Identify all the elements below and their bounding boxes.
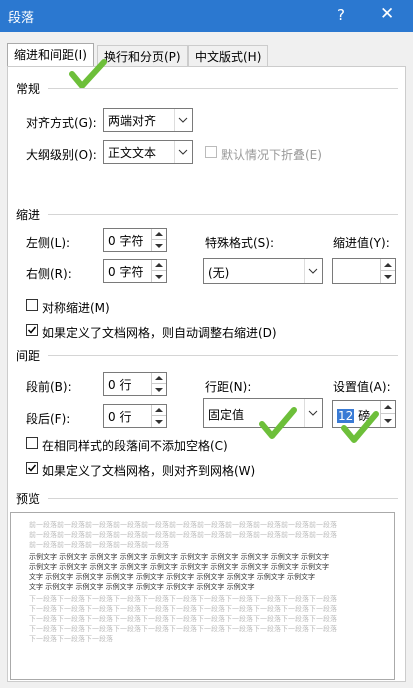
auto-adjust-right-indent-label: 如果定义了文档网格，则自动调整右缩进(D) [42, 326, 277, 340]
alignment-value: 两端对齐 [108, 114, 157, 128]
dialog-title: 段落 [8, 11, 35, 26]
divider [48, 498, 398, 499]
chevron-down-icon[interactable] [174, 141, 192, 163]
section-spacing: 间距 [16, 349, 41, 363]
special-indent-label: 特殊格式(S): [205, 236, 275, 250]
preview-prev-line: 前一段落前一段落前一段落前一段落前一段落前一段落前一段落前一段落前一段落前一段落… [29, 521, 337, 529]
snap-to-grid-checkbox[interactable] [26, 462, 38, 474]
spinner-buttons[interactable] [380, 401, 395, 427]
left-indent-value: 0 字符 [108, 234, 144, 248]
preview-next-line: 下一段落下一段落下一段落下一段落下一段落下一段落下一段落下一段落下一段落下一段落… [29, 615, 337, 623]
divider [48, 88, 398, 89]
help-icon[interactable]: ? [337, 6, 345, 24]
mirror-indents-label: 对称缩进(M) [42, 301, 110, 315]
auto-adjust-right-indent-checkbox[interactable] [26, 324, 38, 336]
space-before-spinner[interactable]: 0 行 [103, 372, 167, 396]
space-before-value: 0 行 [108, 378, 132, 392]
indent-by-label: 缩进值(Y): [333, 236, 390, 250]
spin-up-icon[interactable] [152, 229, 166, 240]
divider [48, 214, 398, 215]
space-before-label: 段前(B): [26, 380, 72, 394]
collapse-checkbox[interactable] [205, 146, 217, 158]
spin-up-icon[interactable] [152, 405, 166, 416]
section-general: 常规 [16, 82, 41, 96]
tab-line-page-breaks[interactable]: 换行和分页(P) [97, 45, 188, 67]
checkmark-icon [27, 464, 37, 472]
spinner-buttons[interactable] [151, 373, 166, 395]
left-indent-spinner[interactable]: 0 字符 [103, 228, 167, 252]
annotation-check-icon [341, 411, 379, 443]
chevron-down-icon[interactable] [304, 399, 322, 427]
right-indent-label: 右侧(R): [26, 267, 72, 281]
spin-up-icon[interactable] [381, 401, 395, 414]
right-indent-spinner[interactable]: 0 字符 [103, 259, 167, 283]
spinner-buttons[interactable] [151, 405, 166, 427]
divider [48, 355, 398, 356]
preview-next-line: 下一段落下一段落下一段落 [29, 635, 113, 643]
section-preview: 预览 [16, 492, 41, 506]
tab-label: 中文版式(H) [195, 50, 262, 64]
preview-prev-line: 前一段落前一段落前一段落前一段落前一段落前一段落前一段落前一段落前一段落前一段落… [29, 531, 337, 539]
preview-sample-line: 示例文字 示例文字 示例文字 示例文字 示例文字 示例文字 示例文字 示例文字 … [29, 553, 330, 561]
no-space-same-style-checkbox[interactable] [26, 437, 38, 449]
section-indentation: 缩进 [16, 208, 41, 222]
annotation-check-icon [259, 407, 297, 439]
spin-up-icon[interactable] [381, 259, 395, 271]
alignment-label: 对齐方式(G): [26, 116, 97, 130]
spin-up-icon[interactable] [152, 260, 166, 271]
mirror-indents-checkbox[interactable] [26, 299, 38, 311]
checkmark-icon [27, 326, 37, 334]
line-spacing-value: 固定值 [208, 408, 245, 422]
preview-prev-line: 前一段落前一段落前一段落前一段落前一段落 [29, 541, 169, 549]
spin-down-icon[interactable] [152, 271, 166, 282]
spinner-buttons[interactable] [380, 259, 395, 283]
spinner-buttons[interactable] [151, 229, 166, 251]
annotation-check-icon [69, 59, 107, 89]
snap-to-grid-label: 如果定义了文档网格，则对齐到网格(W) [42, 464, 256, 478]
spacing-at-label: 设置值(A): [333, 380, 391, 394]
preview-next-line: 下一段落下一段落下一段落下一段落下一段落下一段落下一段落下一段落下一段落下一段落… [29, 595, 337, 603]
spin-down-icon[interactable] [381, 271, 395, 283]
preview-sample-line: 文字 示例文字 示例文字 示例文字 示例文字 示例文字 示例文字 示例文字 [29, 583, 255, 591]
indent-by-spinner[interactable] [332, 258, 396, 284]
spin-down-icon[interactable] [152, 416, 166, 427]
preview-next-line: 下一段落下一段落下一段落下一段落下一段落下一段落下一段落下一段落下一段落下一段落… [29, 625, 337, 633]
spin-down-icon[interactable] [381, 414, 395, 427]
alignment-dropdown[interactable]: 两端对齐 [103, 108, 193, 132]
preview-next-line: 下一段落下一段落下一段落下一段落下一段落下一段落下一段落下一段落下一段落下一段落… [29, 605, 337, 613]
left-indent-label: 左侧(L): [26, 236, 71, 250]
preview-sample-line: 示例文字 示例文字 示例文字 示例文字 示例文字 示例文字 示例文字 示例文字 … [29, 563, 330, 571]
space-after-value: 0 行 [108, 410, 132, 424]
outline-level-dropdown[interactable]: 正文文本 [103, 140, 193, 164]
spinner-buttons[interactable] [151, 260, 166, 282]
no-space-same-style-label: 在相同样式的段落间不添加空格(C) [42, 439, 228, 453]
spin-up-icon[interactable] [152, 373, 166, 384]
spin-down-icon[interactable] [152, 384, 166, 395]
title-bar: 段落 ? ✕ [0, 0, 413, 32]
line-spacing-label: 行距(N): [205, 380, 252, 394]
special-indent-value: (无) [208, 266, 230, 280]
chevron-down-icon[interactable] [304, 259, 322, 283]
outline-level-label: 大纲级别(O): [26, 148, 97, 162]
spin-down-icon[interactable] [152, 240, 166, 251]
tab-asian-typography[interactable]: 中文版式(H) [188, 45, 269, 67]
tab-label: 换行和分页(P) [104, 50, 181, 64]
space-after-label: 段后(F): [26, 412, 71, 426]
preview-sample-line: 文字 示例文字 示例文字 示例文字 示例文字 示例文字 示例文字 示例文字 示例… [29, 573, 316, 581]
space-after-spinner[interactable]: 0 行 [103, 404, 167, 428]
right-indent-value: 0 字符 [108, 265, 144, 279]
special-indent-dropdown[interactable]: (无) [203, 258, 323, 284]
collapse-label: 默认情况下折叠(E) [221, 148, 322, 162]
close-icon[interactable]: ✕ [380, 4, 394, 24]
outline-level-value: 正文文本 [108, 146, 157, 160]
paragraph-preview: 前一段落前一段落前一段落前一段落前一段落前一段落前一段落前一段落前一段落前一段落… [10, 512, 395, 680]
chevron-down-icon[interactable] [174, 109, 192, 131]
